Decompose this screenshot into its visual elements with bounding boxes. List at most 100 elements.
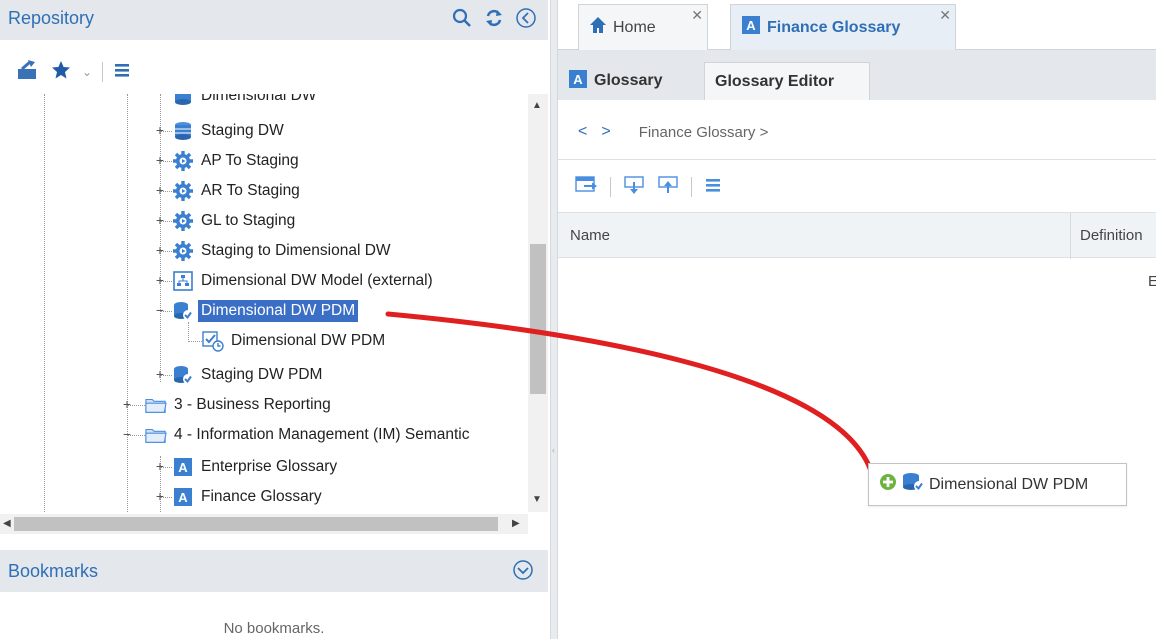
tree-guide-line — [188, 322, 189, 342]
drag-ghost-item: Dimensional DW PDM — [868, 463, 1127, 506]
svg-text:A: A — [178, 460, 188, 475]
glossary-icon: A — [568, 69, 588, 94]
back-arrow-icon[interactable]: < — [578, 123, 587, 141]
scroll-right-arrow-icon[interactable]: ▶ — [512, 518, 520, 529]
tree-item-selected[interactable]: Dimensional DW PDM — [172, 297, 359, 325]
tree-item-label: Dimensional DW Model (external) — [201, 272, 433, 289]
tree-item[interactable]: Staging DW PDM — [172, 361, 325, 389]
favorite-star-icon[interactable] — [50, 59, 72, 86]
expand-icon[interactable]: + — [155, 367, 165, 381]
clipped-cell-text: E — [1148, 273, 1156, 290]
tree-item[interactable]: A Finance Glossary — [172, 483, 325, 511]
tree-item[interactable]: 3 - Business Reporting — [145, 391, 334, 419]
scroll-thumb[interactable] — [530, 244, 546, 394]
repository-tree: Dimensional DW + Staging DW + AP To Stag… — [0, 94, 528, 512]
collapse-panel-icon[interactable] — [514, 6, 538, 30]
expand-icon[interactable]: + — [155, 153, 165, 167]
tree-item[interactable]: AP To Staging — [172, 147, 302, 175]
favorite-dropdown-icon[interactable]: ⌄ — [82, 65, 92, 79]
glossary-icon: A — [172, 456, 194, 478]
close-tab-icon[interactable]: ✕ — [939, 7, 951, 24]
export-icon[interactable] — [16, 59, 40, 86]
collapse-icon[interactable]: − — [122, 427, 132, 441]
column-header-name[interactable]: Name — [570, 227, 610, 244]
toolbar-divider — [610, 177, 611, 197]
export-up-icon[interactable] — [657, 175, 679, 200]
tab-finance-glossary[interactable]: A Finance Glossary ✕ — [730, 4, 956, 50]
tree-item-label: Staging DW — [201, 122, 284, 139]
tree-item[interactable]: Dimensional DW PDM — [202, 327, 388, 355]
tree-item-label: AR To Staging — [201, 182, 300, 199]
tree-item[interactable]: GL to Staging — [172, 207, 298, 235]
tree-item-label: Enterprise Glossary — [201, 458, 338, 475]
breadcrumb-item[interactable]: Finance Glossary > — [639, 124, 769, 141]
import-icon[interactable] — [623, 175, 645, 200]
tree-guide-line — [44, 94, 45, 512]
toolbar-divider — [691, 177, 692, 197]
subtab-glossary[interactable]: A Glossary — [558, 62, 672, 100]
splitter-handle-icon[interactable]: ‹ — [552, 445, 555, 455]
column-divider[interactable] — [1070, 213, 1071, 259]
folder-icon — [145, 394, 167, 416]
column-header-definition[interactable]: Definition — [1080, 227, 1143, 244]
tree-item-label: AP To Staging — [201, 152, 299, 169]
home-icon — [589, 16, 607, 39]
expand-icon[interactable]: + — [155, 489, 165, 503]
repository-title: Repository — [8, 8, 95, 28]
tree-item-label: Finance Glossary — [201, 488, 322, 505]
scroll-thumb[interactable] — [14, 517, 498, 531]
tree-item-label: Dimensional DW PDM — [231, 332, 386, 349]
gear-icon — [172, 240, 194, 262]
scroll-left-arrow-icon[interactable]: ◀ — [3, 518, 11, 529]
expand-icon[interactable]: + — [155, 243, 165, 257]
glossary-icon: A — [172, 486, 194, 508]
refresh-icon[interactable] — [482, 6, 506, 30]
tree-item[interactable]: AR To Staging — [172, 177, 303, 205]
menu-icon[interactable] — [704, 177, 722, 198]
tree-item[interactable]: 4 - Information Management (IM) Semantic — [145, 421, 472, 449]
svg-text:A: A — [746, 18, 756, 33]
close-tab-icon[interactable]: ✕ — [691, 7, 703, 24]
tab-bar: Home ✕ A Finance Glossary ✕ — [558, 0, 1156, 50]
tab-label: Finance Glossary — [767, 18, 901, 36]
tree-vertical-scrollbar[interactable]: ▲ ▼ — [528, 94, 548, 512]
repository-header-actions — [450, 6, 538, 30]
expand-icon[interactable]: + — [155, 123, 165, 137]
expand-icon[interactable]: + — [155, 213, 165, 227]
tree-item[interactable]: Dimensional DW — [172, 94, 319, 110]
toolbar-divider — [102, 62, 104, 82]
forward-arrow-icon[interactable]: > — [601, 123, 610, 141]
gear-icon — [172, 210, 194, 232]
tree-guide-line — [127, 94, 128, 512]
glossary-icon: A — [741, 15, 761, 40]
pdm-icon — [901, 471, 925, 498]
tree-item[interactable]: A Enterprise Glossary — [172, 453, 340, 481]
panel-splitter[interactable]: ‹ — [550, 0, 558, 639]
tree-horizontal-scrollbar[interactable]: ◀ ▶ — [0, 514, 528, 534]
breadcrumb: < > Finance Glossary > — [558, 117, 1156, 147]
move-to-icon[interactable] — [574, 175, 598, 200]
tree-item-label: Staging to Dimensional DW — [201, 242, 391, 259]
expand-panel-icon[interactable] — [512, 559, 534, 586]
search-icon[interactable] — [450, 6, 474, 30]
scroll-down-arrow-icon[interactable]: ▼ — [532, 494, 542, 505]
tree-item[interactable]: Dimensional DW Model (external) — [172, 267, 436, 295]
expand-icon[interactable]: + — [155, 459, 165, 473]
repository-toolbar: ⌄ — [0, 57, 548, 87]
add-plus-icon — [879, 473, 897, 496]
subtab-glossary-editor[interactable]: Glossary Editor — [704, 62, 870, 100]
scroll-up-arrow-icon[interactable]: ▲ — [532, 100, 542, 111]
tree-item[interactable]: Staging to Dimensional DW — [172, 237, 394, 265]
tree-item[interactable]: Staging DW — [172, 117, 287, 145]
glossary-toolbar — [558, 172, 1156, 202]
tree-item-label: 3 - Business Reporting — [174, 396, 331, 413]
expand-icon[interactable]: + — [122, 397, 132, 411]
expand-icon[interactable]: + — [155, 183, 165, 197]
subtab-label: Glossary Editor — [715, 72, 835, 90]
tree-item-label: Dimensional DW — [201, 94, 317, 104]
expand-icon[interactable]: + — [155, 273, 165, 287]
pdm-version-icon — [202, 330, 224, 352]
menu-icon[interactable] — [113, 62, 131, 83]
tab-home[interactable]: Home ✕ — [578, 4, 708, 50]
collapse-icon[interactable]: − — [155, 303, 165, 317]
